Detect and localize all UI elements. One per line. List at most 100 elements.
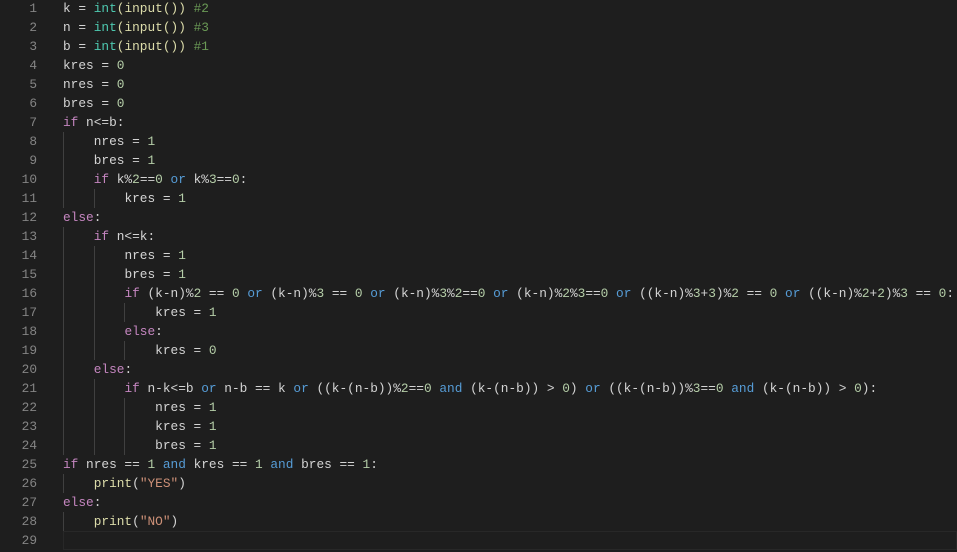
keyword: if bbox=[124, 286, 140, 301]
number-literal: 2 bbox=[861, 286, 870, 301]
code-text: n<=k: bbox=[109, 229, 156, 244]
code-line[interactable]: 28 print("NO") bbox=[0, 512, 957, 531]
line-number: 27 bbox=[21, 495, 37, 510]
number-literal: 3 bbox=[900, 286, 908, 301]
line-code: kres = 0 bbox=[63, 56, 124, 75]
number-literal: 1 bbox=[208, 305, 217, 320]
code-text: == bbox=[585, 286, 601, 301]
line-code: nres = 1 bbox=[63, 132, 155, 151]
code-text: kres = bbox=[124, 191, 179, 206]
code-text: == bbox=[216, 172, 232, 187]
code-line[interactable]: 13 if n<=k: bbox=[0, 227, 957, 246]
code-line[interactable]: 20 else: bbox=[0, 360, 957, 379]
number-literal: 1 bbox=[208, 438, 217, 453]
code-line[interactable]: 10 if k%2==0 or k%3==0: bbox=[0, 170, 957, 189]
line-number: 15 bbox=[21, 267, 37, 282]
code-line[interactable]: 29 bbox=[0, 531, 957, 550]
code-line[interactable]: 26 print("YES") bbox=[0, 474, 957, 493]
line-code: n = int(input()) #3 bbox=[63, 18, 209, 37]
line-number: 7 bbox=[29, 115, 37, 130]
code-line[interactable]: 2 n = int(input()) #3 bbox=[0, 18, 957, 37]
line-number: 5 bbox=[29, 77, 37, 92]
operator-keyword: or bbox=[193, 381, 225, 396]
operator-keyword: or bbox=[608, 286, 640, 301]
code-text: nres = bbox=[63, 77, 117, 92]
code-text: nres = bbox=[93, 134, 148, 149]
line-code: if k%2==0 or k%3==0: bbox=[63, 170, 248, 189]
number-literal: 1 bbox=[208, 400, 217, 415]
code-text: ): bbox=[861, 381, 878, 396]
number-literal: 2 bbox=[400, 381, 409, 396]
line-number: 6 bbox=[29, 96, 37, 111]
keyword: else bbox=[124, 324, 156, 339]
line-number: 14 bbox=[21, 248, 37, 263]
keyword: if bbox=[63, 457, 79, 472]
code-text: nres == bbox=[78, 457, 148, 472]
code-text: kres = bbox=[155, 305, 209, 320]
operator-keyword: or bbox=[239, 286, 271, 301]
line-number: 16 bbox=[21, 286, 37, 301]
number-literal: 2 bbox=[731, 286, 739, 301]
code-text: == bbox=[907, 286, 939, 301]
line-number: 4 bbox=[29, 58, 37, 73]
code-text: : bbox=[155, 324, 163, 339]
code-line[interactable]: 19 kres = 0 bbox=[0, 341, 957, 360]
code-line[interactable]: 23 kres = 1 bbox=[0, 417, 957, 436]
line-number: 9 bbox=[29, 153, 37, 168]
code-text: ( bbox=[132, 514, 140, 529]
keyword: if bbox=[63, 115, 79, 130]
line-number: 18 bbox=[21, 324, 37, 339]
code-line[interactable]: 12 else: bbox=[0, 208, 957, 227]
code-text: bres = bbox=[63, 96, 117, 111]
code-text: kres = bbox=[155, 343, 209, 358]
line-code: else: bbox=[63, 360, 132, 379]
code-line[interactable]: 7 if n<=b: bbox=[0, 113, 957, 132]
comment: #1 bbox=[193, 39, 209, 54]
code-text: n-k<=b bbox=[139, 381, 194, 396]
number-literal: 2 bbox=[877, 286, 885, 301]
code-line[interactable]: 17 kres = 1 bbox=[0, 303, 957, 322]
code-text: ) bbox=[569, 381, 578, 396]
code-line[interactable]: 15 bres = 1 bbox=[0, 265, 957, 284]
code-line[interactable]: 3 b = int(input()) #1 bbox=[0, 37, 957, 56]
line-code: kres = 0 bbox=[63, 341, 216, 360]
code-text: bres == bbox=[301, 457, 363, 472]
operator-keyword: and bbox=[723, 381, 762, 396]
code-line[interactable]: 6 bres = 0 bbox=[0, 94, 957, 113]
code-text: == bbox=[201, 286, 232, 301]
code-line[interactable]: 24 bres = 1 bbox=[0, 436, 957, 455]
code-line[interactable]: 27 else: bbox=[0, 493, 957, 512]
string-literal: "YES" bbox=[139, 476, 179, 491]
line-number: 8 bbox=[29, 134, 37, 149]
operator-keyword: or bbox=[362, 286, 394, 301]
code-line[interactable]: 21 if n-k<=b or n-b == k or ((k-(n-b))%2… bbox=[0, 379, 957, 398]
number-literal: 1 bbox=[255, 457, 263, 472]
code-text: k = bbox=[63, 1, 94, 16]
code-line[interactable]: 1 k = int(input()) #2 bbox=[0, 0, 957, 18]
line-code: b = int(input()) #1 bbox=[63, 37, 209, 56]
number-literal: 0 bbox=[854, 381, 862, 396]
line-number: 2 bbox=[29, 20, 37, 35]
code-line[interactable]: 16 if (k-n)%2 == 0 or (k-n)%3 == 0 or (k… bbox=[0, 284, 957, 303]
code-line[interactable]: 18 else: bbox=[0, 322, 957, 341]
code-line[interactable]: 9 bres = 1 bbox=[0, 151, 957, 170]
code-editor[interactable]: 1k = int(input()) #2 2 n = int(input()) #3… bbox=[0, 0, 957, 550]
code-line[interactable]: 5 nres = 0 bbox=[0, 75, 957, 94]
code-text: k% bbox=[193, 172, 209, 187]
code-text: b = bbox=[63, 39, 94, 54]
code-line[interactable]: 25 if nres == 1 and kres == 1 and bres ==… bbox=[0, 455, 957, 474]
builtin-class: int bbox=[93, 1, 117, 16]
line-code: if (k-n)%2 == 0 or (k-n)%3 == 0 or (k-n)… bbox=[63, 284, 954, 303]
builtin-class: int bbox=[93, 39, 117, 54]
code-line[interactable]: 4 kres = 0 bbox=[0, 56, 957, 75]
code-text: n = bbox=[63, 20, 94, 35]
code-line[interactable]: 8 nres = 1 bbox=[0, 132, 957, 151]
code-line[interactable]: 14 nres = 1 bbox=[0, 246, 957, 265]
code-line[interactable]: 11 kres = 1 bbox=[0, 189, 957, 208]
line-code: bres = 1 bbox=[63, 265, 185, 284]
number-literal: 3 bbox=[692, 286, 701, 301]
operator-keyword: and bbox=[431, 381, 471, 396]
line-code: kres = 1 bbox=[63, 189, 185, 208]
code-line[interactable]: 22 nres = 1 bbox=[0, 398, 957, 417]
